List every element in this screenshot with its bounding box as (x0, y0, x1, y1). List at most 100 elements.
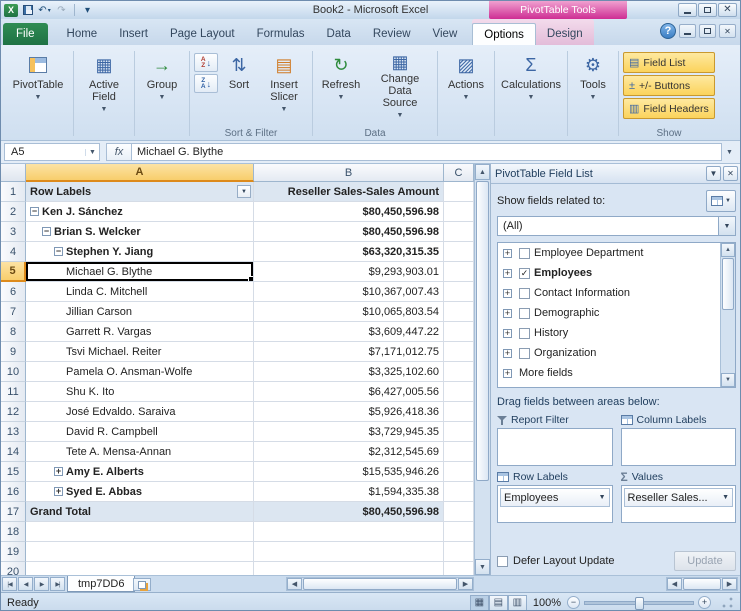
sheet-tab-tmp7dd6[interactable]: tmp7DD6 (67, 576, 136, 592)
tab-insert[interactable]: Insert (108, 23, 159, 45)
cell-c9[interactable] (444, 342, 474, 362)
cell-b18[interactable] (254, 522, 444, 542)
row-header-17[interactable]: 17 (1, 502, 26, 522)
cell-a8[interactable]: Garrett R. Vargas (26, 322, 254, 342)
cell-b8[interactable]: $3,609,447.22 (254, 322, 444, 342)
actions-button[interactable]: ▨ Actions ▼ (442, 49, 490, 126)
restore-button[interactable] (698, 3, 717, 17)
expand-button[interactable]: + (54, 467, 63, 476)
cell-c5[interactable] (444, 262, 474, 282)
tab-design[interactable]: Design (536, 23, 594, 45)
row-header-13[interactable]: 13 (1, 422, 26, 442)
cell-c1[interactable] (444, 182, 474, 202)
field-item-employees[interactable]: + ✓ Employees (498, 263, 735, 283)
dropdown-arrow-icon[interactable]: ▼ (718, 217, 735, 235)
row-header-16[interactable]: 16 (1, 482, 26, 502)
expand-button[interactable]: + (54, 487, 63, 496)
cell-a19[interactable] (26, 542, 254, 562)
row-header-8[interactable]: 8 (1, 322, 26, 342)
field-item-contact-information[interactable]: + Contact Information (498, 283, 735, 303)
row-header-20[interactable]: 20 (1, 562, 26, 575)
row-header-15[interactable]: 15 (1, 462, 26, 482)
name-box-arrow-icon[interactable]: ▼ (85, 148, 99, 156)
name-box[interactable]: A5 ▼ (4, 143, 100, 161)
pivottable-button[interactable]: PivotTable ▼ (7, 49, 69, 126)
expand-button[interactable]: + (503, 348, 512, 358)
active-field-button[interactable]: ▦ Active Field ▼ (78, 49, 130, 126)
row-header-7[interactable]: 7 (1, 302, 26, 322)
pane-menu-button[interactable]: ▼ (706, 166, 721, 181)
page-layout-view-button[interactable]: ▤ (488, 594, 508, 610)
cell-a12[interactable]: José Edvaldo. Saraiva (26, 402, 254, 422)
cell-a17[interactable]: Grand Total (26, 502, 254, 522)
cell-b13[interactable]: $3,729,945.35 (254, 422, 444, 442)
column-header-a[interactable]: A (26, 164, 254, 182)
cell-c8[interactable] (444, 322, 474, 342)
cell-c17[interactable] (444, 502, 474, 522)
field-checkbox-demographic[interactable] (519, 307, 530, 319)
horizontal-scrollbar[interactable]: ◀ ▶ (286, 577, 474, 591)
report-filter-dropzone[interactable] (497, 428, 613, 466)
row-header-19[interactable]: 19 (1, 542, 26, 562)
scroll-up-button[interactable]: ▲ (475, 164, 490, 180)
cell-c18[interactable] (444, 522, 474, 542)
horizontal-scroll-thumb[interactable] (303, 578, 457, 590)
row-header-10[interactable]: 10 (1, 362, 26, 382)
row-header-9[interactable]: 9 (1, 342, 26, 362)
field-item-more-fields[interactable]: + More fields (498, 363, 735, 383)
insert-slicer-button[interactable]: ▤ Insert Slicer ▼ (260, 49, 308, 126)
zoom-slider-thumb[interactable] (635, 596, 644, 610)
cell-c15[interactable] (444, 462, 474, 482)
vertical-scroll-thumb[interactable] (476, 181, 489, 481)
tab-data[interactable]: Data (316, 23, 362, 45)
cell-a13[interactable]: David R. Campbell (26, 422, 254, 442)
cell-a6[interactable]: Linda C. Mitchell (26, 282, 254, 302)
cell-a16[interactable]: + Syed E. Abbas (26, 482, 254, 502)
row-header-3[interactable]: 3 (1, 222, 26, 242)
field-headers-toggle[interactable]: ▥ Field Headers (623, 98, 715, 119)
resize-grip[interactable] (721, 596, 734, 609)
cell-b3[interactable]: $80,450,596.98 (254, 222, 444, 242)
row-header-1[interactable]: 1 (1, 182, 26, 202)
row-header-12[interactable]: 12 (1, 402, 26, 422)
field-item-organization[interactable]: + Organization (498, 343, 735, 363)
insert-function-button[interactable]: fx (106, 143, 132, 161)
field-checkbox-employees[interactable]: ✓ (519, 267, 530, 279)
scroll-left-button[interactable]: ◀ (287, 578, 302, 590)
cell-b4[interactable]: $63,320,315.35 (254, 242, 444, 262)
pane-scroll-left-button[interactable]: ◀ (667, 578, 682, 590)
cell-c2[interactable] (444, 202, 474, 222)
zoom-out-button[interactable]: − (567, 596, 580, 609)
tree-scroll-down-button[interactable]: ▼ (721, 373, 735, 387)
cell-c16[interactable] (444, 482, 474, 502)
page-break-view-button[interactable]: ▥ (507, 594, 527, 610)
tools-button[interactable]: ⚙ Tools ▼ (572, 49, 614, 126)
field-source-dropdown[interactable]: (All) ▼ (497, 216, 736, 236)
cell-c3[interactable] (444, 222, 474, 242)
chevron-down-icon[interactable]: ▼ (599, 494, 606, 501)
help-button[interactable]: ? (660, 23, 676, 39)
cell-a3[interactable]: − Brian S. Welcker (26, 222, 254, 242)
tab-formulas[interactable]: Formulas (246, 23, 316, 45)
row-header-2[interactable]: 2 (1, 202, 26, 222)
cell-a15[interactable]: + Amy E. Alberts (26, 462, 254, 482)
change-data-source-button[interactable]: ▦ Change Data Source ▼ (367, 49, 433, 126)
cell-b16[interactable]: $1,594,335.38 (254, 482, 444, 502)
tree-scroll-up-button[interactable]: ▲ (721, 243, 735, 257)
tab-home[interactable]: Home (56, 23, 109, 45)
row-header-6[interactable]: 6 (1, 282, 26, 302)
cell-b5[interactable]: $9,293,903.01 (254, 262, 444, 282)
cell-a7[interactable]: Jillian Carson (26, 302, 254, 322)
previous-sheet-button[interactable]: ◀ (18, 577, 33, 591)
tab-page-layout[interactable]: Page Layout (159, 23, 246, 45)
cell-b17[interactable]: $80,450,596.98 (254, 502, 444, 522)
cell-b9[interactable]: $7,171,012.75 (254, 342, 444, 362)
values-field-reseller-sales[interactable]: Reseller Sales... ▼ (623, 488, 733, 507)
sort-button[interactable]: ⇅ Sort (220, 49, 258, 126)
tab-options[interactable]: Options (472, 23, 536, 45)
formula-bar-expand-button[interactable]: ▼ (722, 143, 737, 161)
next-sheet-button[interactable]: ▶ (34, 577, 49, 591)
refresh-button[interactable]: ↻ Refresh ▼ (317, 49, 365, 126)
collapse-button[interactable]: − (30, 207, 39, 216)
field-item-employee-department[interactable]: + Employee Department (498, 243, 735, 263)
